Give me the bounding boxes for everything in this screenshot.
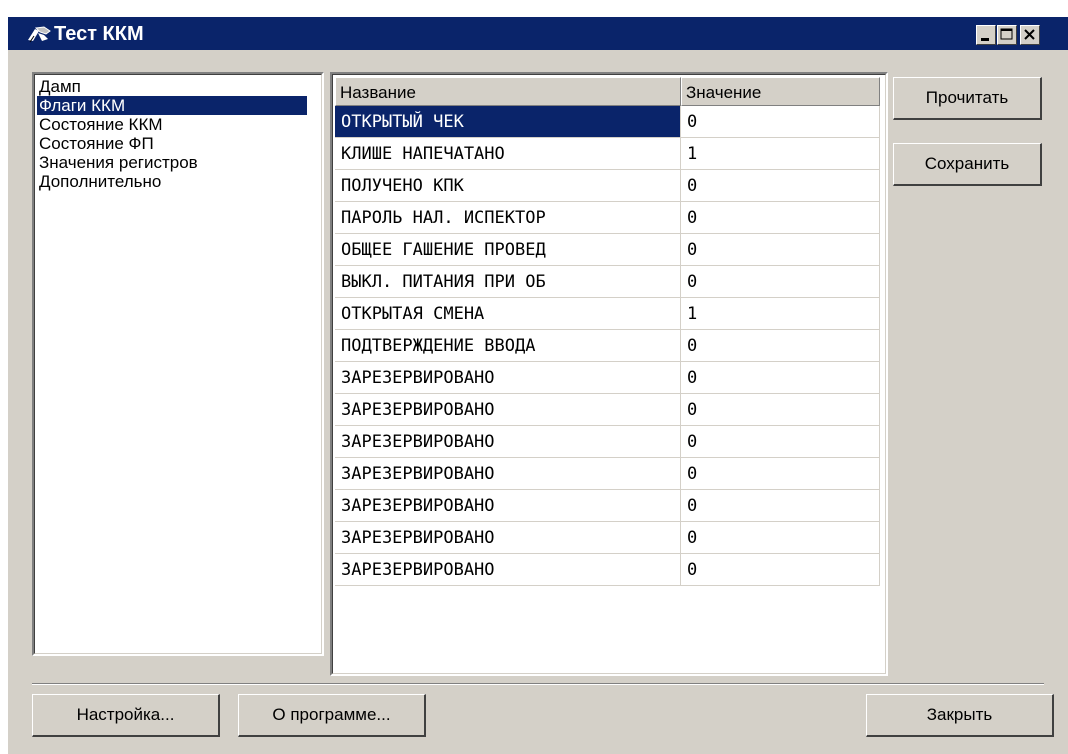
minimize-icon (981, 38, 989, 41)
flag-name-cell[interactable]: ЗАРЕЗЕРВИРОВАНО (335, 426, 681, 458)
settings-button[interactable]: Настройка... (32, 694, 220, 737)
flag-value-cell[interactable]: 0 (681, 522, 880, 554)
category-list-item[interactable]: Значения регистров (37, 153, 198, 172)
flag-value-cell[interactable]: 0 (681, 202, 880, 234)
separator-highlight (32, 684, 1044, 685)
close-button[interactable] (1020, 25, 1040, 45)
flag-value-cell[interactable]: 0 (681, 458, 880, 490)
pen-hand-icon (28, 26, 51, 43)
flag-value-cell[interactable]: 0 (681, 106, 880, 138)
category-list-item[interactable]: Флаги ККМ (37, 96, 307, 115)
read-button[interactable]: Прочитать (893, 77, 1042, 120)
maximize-button[interactable] (997, 25, 1017, 45)
flag-name-cell[interactable]: ВЫКЛ. ПИТАНИЯ ПРИ ОБ (335, 266, 681, 298)
column-header-name[interactable]: Название (335, 77, 681, 106)
minimize-button[interactable] (976, 25, 996, 45)
flag-value-cell[interactable]: 0 (681, 426, 880, 458)
flag-value-cell[interactable]: 0 (681, 330, 880, 362)
flag-name-cell[interactable]: ЗАРЕЗЕРВИРОВАНО (335, 490, 681, 522)
flag-name-cell[interactable]: ЗАРЕЗЕРВИРОВАНО (335, 394, 681, 426)
flag-name-cell[interactable]: ПОДТВЕРЖДЕНИЕ ВВОДА (335, 330, 681, 362)
read-button-label: Прочитать (925, 88, 1009, 107)
flag-name-cell[interactable]: КЛИШЕ НАПЕЧАТАНО (335, 138, 681, 170)
flag-name-cell[interactable]: ЗАРЕЗЕРВИРОВАНО (335, 522, 681, 554)
flag-name-cell[interactable]: ПАРОЛЬ НАЛ. ИСПЕКТОР (335, 202, 681, 234)
category-list-item[interactable]: Состояние ФП (37, 134, 154, 153)
settings-button-label: Настройка... (76, 705, 175, 724)
main-window: Тест ККМ Дамп Флаги ККМ Состояние ККМ Состо… (8, 17, 1068, 754)
close-icon (1024, 29, 1035, 40)
category-list[interactable]: Дамп Флаги ККМ Состояние ККМ Состояние ФП Зн… (32, 72, 324, 656)
flag-value-cell[interactable]: 0 (681, 234, 880, 266)
flag-name-cell[interactable]: ОТКРЫТЫЙ ЧЕК (335, 106, 681, 138)
flag-value-cell[interactable]: 0 (681, 490, 880, 522)
category-list-item[interactable]: Состояние ККМ (37, 115, 163, 134)
flag-name-cell[interactable]: ПОЛУЧЕНО КПК (335, 170, 681, 202)
category-list-item[interactable]: Дополнительно (37, 172, 161, 191)
column-header-value[interactable]: Значение (681, 77, 880, 106)
flag-name-cell[interactable]: ЗАРЕЗЕРВИРОВАНО (335, 362, 681, 394)
title-bar: Тест ККМ (8, 17, 1068, 50)
save-button-label: Сохранить (924, 154, 1010, 173)
flag-value-cell[interactable]: 0 (681, 394, 880, 426)
flag-value-cell[interactable]: 0 (681, 170, 880, 202)
close-dialog-button[interactable]: Закрыть (866, 694, 1054, 737)
about-button[interactable]: О программе... (238, 694, 426, 737)
flag-value-cell[interactable]: 1 (681, 138, 880, 170)
flag-value-cell[interactable]: 1 (681, 298, 880, 330)
category-list-item[interactable]: Дамп (37, 77, 81, 96)
window-title: Тест ККМ (54, 23, 144, 45)
flag-name-cell[interactable]: ЗАРЕЗЕРВИРОВАНО (335, 554, 681, 586)
flag-value-cell[interactable]: 0 (681, 362, 880, 394)
about-button-label: О программе... (272, 705, 391, 724)
flag-value-cell[interactable]: 0 (681, 266, 880, 298)
flag-name-cell[interactable]: ОТКРЫТАЯ СМЕНА (335, 298, 681, 330)
flag-name-cell[interactable]: ОБЩЕЕ ГАШЕНИЕ ПРОВЕД (335, 234, 681, 266)
close-dialog-button-label: Закрыть (926, 705, 993, 724)
flag-name-cell[interactable]: ЗАРЕЗЕРВИРОВАНО (335, 458, 681, 490)
flags-table[interactable]: Название Значение ОТКРЫТЫЙ ЧЕК 0 КЛИШЕ НАП… (330, 72, 888, 676)
flag-value-cell[interactable]: 0 (681, 554, 880, 586)
maximize-icon (1000, 28, 1013, 40)
save-button[interactable]: Сохранить (893, 143, 1042, 186)
